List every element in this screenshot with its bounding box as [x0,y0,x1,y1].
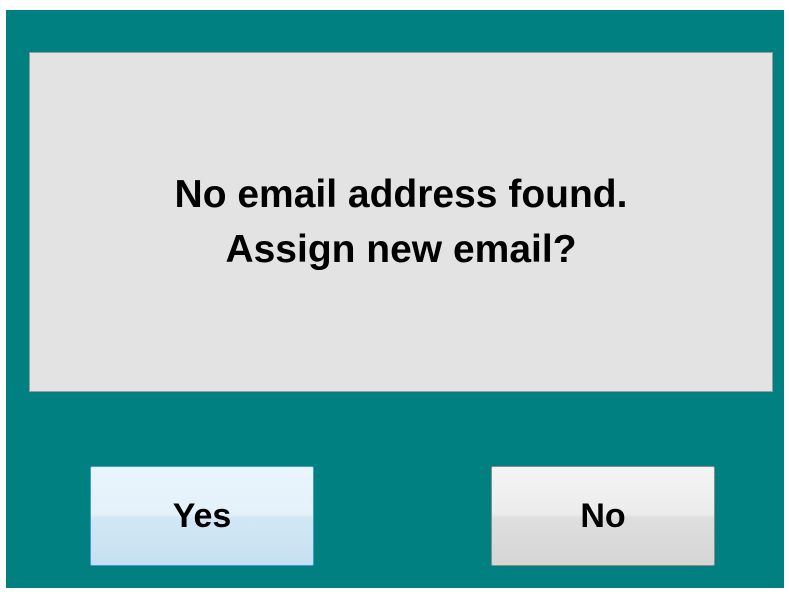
message-line-1: No email address found. [174,173,628,216]
yes-button[interactable]: Yes [90,466,314,566]
message-panel: No email address found. Assign new email… [29,52,773,392]
dialog-window: No email address found. Assign new email… [6,10,784,588]
message-line-2: Assign new email? [225,228,577,271]
message-text: No email address found. Assign new email… [175,167,628,277]
no-button[interactable]: No [491,466,715,566]
